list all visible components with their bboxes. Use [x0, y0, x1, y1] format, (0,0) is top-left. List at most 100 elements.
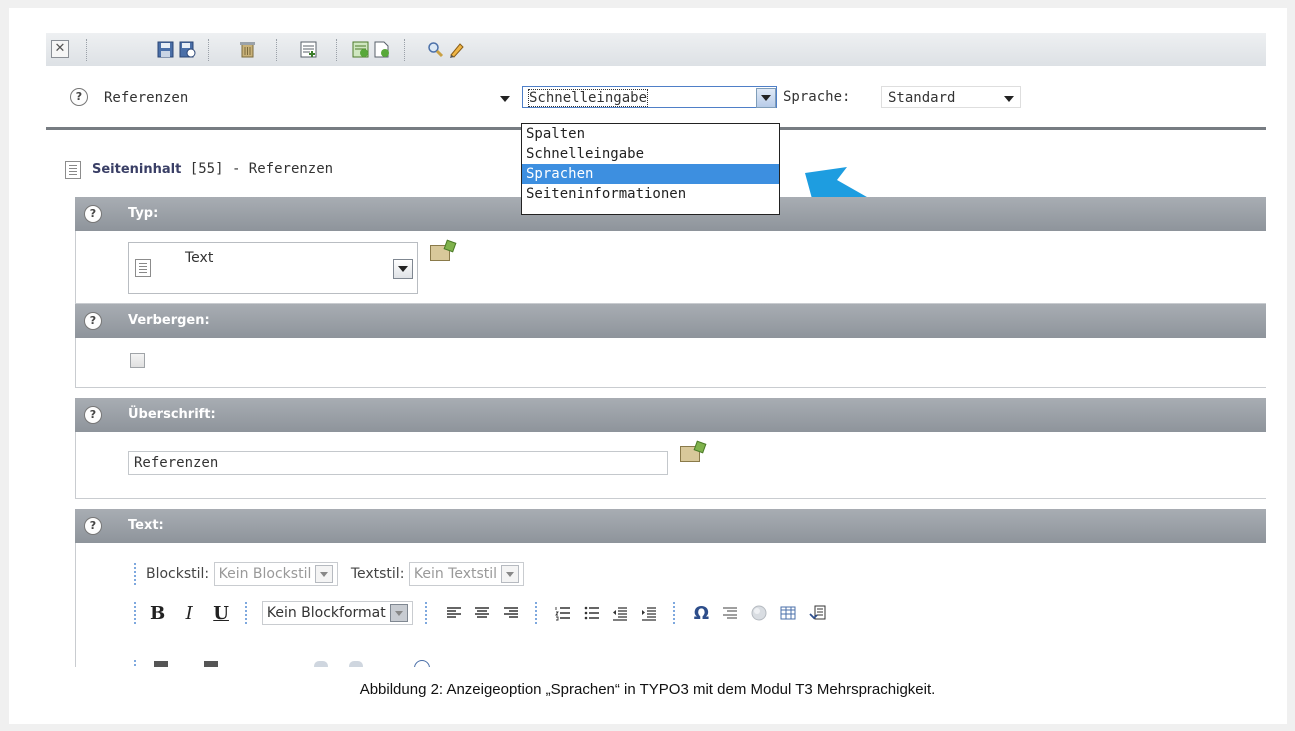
wizard-icon[interactable] [680, 446, 700, 462]
new-content-icon[interactable] [352, 41, 369, 58]
new-page-icon[interactable] [373, 41, 390, 58]
textstil-value: Kein Textstil [413, 566, 498, 582]
bold-button[interactable]: B [150, 603, 165, 624]
typo3-backend-screenshot: ✕ ? Referenzen Schnelleingabe Sprache: S… [46, 33, 1266, 667]
dropdown-button[interactable] [393, 259, 413, 279]
undo-icon[interactable] [154, 661, 168, 667]
outdent-icon[interactable] [612, 605, 628, 621]
table-icon[interactable] [780, 605, 796, 621]
wizard-icon[interactable] [430, 245, 450, 261]
hide-checkbox[interactable] [130, 353, 145, 368]
textstil-label: Textstil: [350, 566, 405, 582]
save-icon[interactable] [157, 41, 174, 58]
toolbar-separator [425, 602, 429, 624]
type-select[interactable]: Text [128, 242, 418, 294]
toolbar-separator [404, 39, 406, 61]
align-right-icon[interactable] [503, 605, 519, 621]
section-label: Überschrift: [128, 407, 216, 422]
blockformat-value: Kein Blockformat [266, 605, 386, 621]
align-center-icon[interactable] [474, 605, 490, 621]
blockstil-select[interactable]: Kein Blockstil [213, 562, 339, 586]
chevron-down-icon [398, 266, 408, 272]
link-icon[interactable] [750, 604, 768, 622]
help-icon[interactable]: ? [84, 312, 102, 330]
toolbar-separator [208, 39, 210, 61]
chevron-down-icon [761, 95, 771, 101]
ordered-list-icon[interactable] [555, 605, 571, 621]
textstil-select[interactable]: Kein Textstil [408, 562, 525, 586]
unordered-list-icon[interactable] [584, 605, 600, 621]
toolbar-separator [134, 602, 138, 624]
option-spalten[interactable]: Spalten [522, 124, 779, 144]
underline-button[interactable]: U [213, 603, 229, 624]
rte-format-row: B I U Kein Blockformat Ω [134, 601, 831, 625]
delete-icon[interactable] [239, 41, 256, 58]
option-schnelleingabe[interactable]: Schnelleingabe [522, 144, 779, 164]
definition-list-icon[interactable] [722, 605, 738, 621]
option-sprachen[interactable]: Sprachen [522, 164, 779, 184]
record-title: Seiteninhalt [55] - Referenzen [92, 161, 333, 177]
help-icon[interactable]: ? [70, 88, 88, 106]
close-icon[interactable]: ✕ [51, 40, 69, 58]
header-input-value: Referenzen [134, 455, 219, 471]
figure-caption: Abbildung 2: Anzeigeoption „Sprachen“ in… [359, 681, 936, 698]
page-select[interactable]: Referenzen [97, 86, 517, 108]
redo-icon[interactable] [204, 661, 218, 667]
section-body-verbergen [75, 338, 1266, 388]
special-char-button[interactable]: Ω [694, 603, 709, 624]
page-select-value: Referenzen [104, 90, 189, 106]
view-select[interactable]: Schnelleingabe [522, 86, 777, 108]
insert-image-icon[interactable] [809, 604, 827, 622]
option-seiteninformationen[interactable]: Seiteninformationen [522, 184, 779, 204]
help-icon[interactable] [349, 661, 363, 667]
language-select-value: Standard [888, 90, 956, 106]
selector-bar: ? Referenzen Schnelleingabe Sprache: Sta… [46, 66, 1266, 130]
chevron-down-icon [389, 604, 408, 622]
blockformat-select[interactable]: Kein Blockformat [261, 601, 413, 625]
view-options-dropdown: Spalten Schnelleingabe Sprachen Seitenin… [521, 123, 780, 215]
text-type-icon [135, 259, 151, 277]
header-input[interactable]: Referenzen [128, 451, 668, 475]
record-id: [55] [189, 161, 224, 177]
record-name: - Referenzen [231, 161, 334, 177]
blockstil-label: Blockstil: [146, 566, 210, 582]
chevron-down-icon [315, 565, 334, 583]
chevron-down-icon [501, 565, 520, 583]
align-left-icon[interactable] [446, 605, 462, 621]
section-header-ueberschrift: ? Überschrift: [75, 398, 1266, 432]
help-icon[interactable]: ? [84, 205, 102, 223]
content-record-icon [65, 161, 81, 179]
new-record-icon[interactable] [300, 41, 317, 58]
view-select-value: Schnelleingabe [527, 89, 649, 107]
chevron-down-icon [1004, 96, 1014, 102]
spellcheck-icon[interactable] [314, 661, 328, 667]
chevron-down-icon [500, 96, 510, 102]
language-select[interactable]: Standard [881, 86, 1021, 108]
language-label: Sprache: [783, 89, 851, 105]
toolbar-separator [336, 39, 338, 61]
dropdown-button[interactable] [756, 88, 776, 108]
section-body-ueberschrift: Referenzen [75, 432, 1266, 499]
section-label: Verbergen: [128, 313, 210, 328]
section-label: Typ: [128, 206, 159, 221]
toolbar-separator [134, 660, 138, 667]
toolbar-separator [86, 39, 88, 61]
rte-row-cropped [134, 658, 484, 667]
toolbar-separator [673, 602, 677, 624]
rte-style-row: Blockstil: Kein Blockstil Textstil: Kein… [134, 562, 525, 586]
section-body-typ: Text [75, 231, 1266, 304]
type-select-value: Text [185, 250, 214, 266]
about-icon[interactable] [414, 660, 430, 667]
blockstil-value: Kein Blockstil [218, 566, 312, 582]
help-icon[interactable]: ? [84, 406, 102, 424]
toolbar-separator [535, 602, 539, 624]
indent-icon[interactable] [641, 605, 657, 621]
section-label: Text: [128, 518, 164, 533]
toolbar-separator [245, 602, 249, 624]
help-icon[interactable]: ? [84, 517, 102, 535]
italic-button[interactable]: I [186, 603, 193, 624]
doc-header-toolbar: ✕ [46, 33, 1266, 67]
save-view-icon[interactable] [179, 41, 196, 58]
edit-icon[interactable] [448, 41, 465, 58]
search-icon[interactable] [427, 41, 444, 58]
